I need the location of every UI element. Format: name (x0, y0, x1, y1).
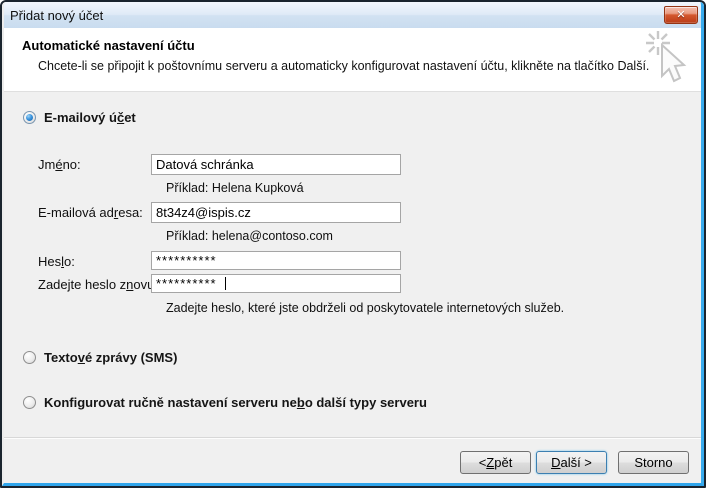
window-title: Přidat nový účet (10, 8, 103, 23)
label-text: no: (63, 157, 81, 172)
button-bar: < Zpět Další > Storno (2, 437, 704, 486)
radio-manual-setup[interactable]: Konfigurovat ručně nastavení serveru neb… (23, 395, 427, 410)
label-text: E-mailová ad (38, 205, 114, 220)
label-accel: é (55, 157, 62, 172)
label-text: Storno (634, 455, 672, 470)
email-hint: Příklad: helena@contoso.com (166, 229, 333, 243)
password-repeat-label: Zadejte heslo znovu: (38, 277, 158, 292)
name-hint: Příklad: Helena Kupková (166, 181, 304, 195)
name-label: Jméno: (38, 157, 81, 172)
label-text: é zprávy (SMS) (85, 350, 177, 365)
password-repeat-input[interactable] (151, 274, 401, 293)
label-accel: D (551, 455, 560, 470)
header-title: Automatické nastavení účtu (22, 38, 195, 53)
label-text: < (479, 455, 487, 470)
radio-sms-label: Textové zprávy (SMS) (44, 350, 177, 365)
label-text: o další typy serveru (305, 395, 427, 410)
label-accel: v (78, 350, 85, 365)
email-input[interactable] (151, 202, 401, 223)
radio-button-icon (23, 351, 36, 364)
close-icon: ✕ (676, 10, 685, 21)
radio-button-icon (23, 396, 36, 409)
email-label: E-mailová adresa: (38, 205, 143, 220)
label-text: Texto (44, 350, 78, 365)
text-caret (225, 277, 226, 290)
label-text: Konfigurovat ručně nastavení serveru ne (44, 395, 297, 410)
password-repeat-wrap (151, 274, 401, 293)
cancel-button[interactable]: Storno (618, 451, 689, 474)
label-text: o: (64, 254, 75, 269)
close-button[interactable]: ✕ (664, 6, 698, 24)
name-input[interactable] (151, 154, 401, 175)
wizard-header: Automatické nastavení účtu Chcete-li se … (2, 28, 704, 92)
label-text: pět (494, 455, 512, 470)
label-text: Jm (38, 157, 55, 172)
label-text: et (124, 110, 136, 125)
label-text: alší > (560, 455, 591, 470)
radio-manual-setup-label: Konfigurovat ručně nastavení serveru neb… (44, 395, 427, 410)
label-text: esa: (118, 205, 143, 220)
password-input[interactable] (151, 251, 401, 270)
radio-sms[interactable]: Textové zprávy (SMS) (23, 350, 177, 365)
dialog-body: E-mailový účet Jméno: Příklad: Helena Ku… (2, 92, 704, 437)
titlebar[interactable]: Přidat nový účet (2, 2, 704, 28)
radio-email-account-label: E-mailový účet (44, 110, 136, 125)
password-label: Heslo: (38, 254, 75, 269)
header-subtitle: Chcete-li se připojit k poštovnímu serve… (38, 59, 649, 73)
label-text: Zadejte heslo z (38, 277, 126, 292)
label-accel: Z (486, 455, 494, 470)
label-text: E-mailový ú (44, 110, 117, 125)
radio-button-icon (23, 111, 36, 124)
sparkle-cursor-icon (645, 30, 691, 90)
label-text: Hes (38, 254, 61, 269)
back-button[interactable]: < Zpět (460, 451, 531, 474)
add-new-account-dialog: Přidat nový účet ✕ Automatické nastavení… (0, 0, 706, 488)
label-accel: b (297, 395, 305, 410)
next-button[interactable]: Další > (536, 451, 607, 474)
password-hint: Zadejte heslo, které jste obdrželi od po… (166, 301, 564, 315)
radio-email-account[interactable]: E-mailový účet (23, 110, 136, 125)
